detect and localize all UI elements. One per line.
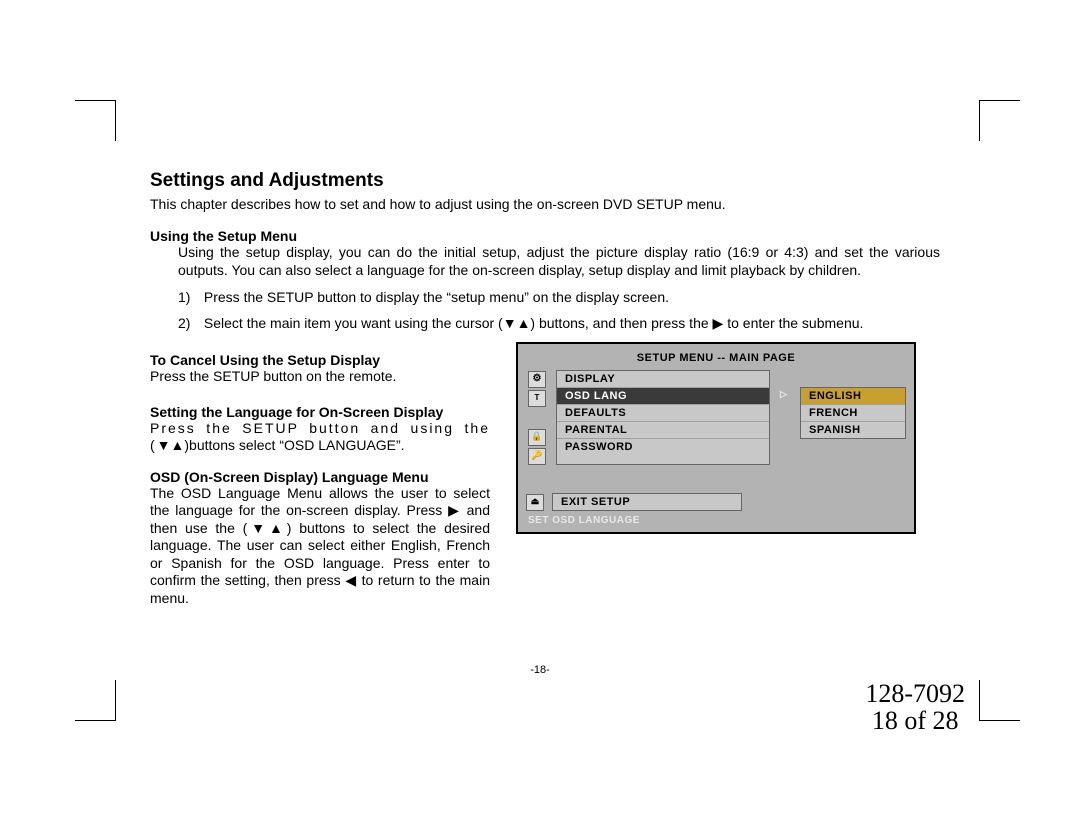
- section-cancel-title: To Cancel Using the Setup Display: [150, 352, 490, 368]
- section-lang-body: Press the SETUP button and using the (▼▲…: [150, 420, 490, 455]
- step-2-text-b: ) buttons, and then press the: [530, 315, 712, 331]
- section-using-setup-body: Using the setup display, you can do the …: [178, 244, 940, 279]
- osd-title: SETUP MENU -- MAIN PAGE: [526, 350, 906, 370]
- osd-item-osdlang: OSD LANG: [557, 388, 769, 405]
- section-lang-title: Setting the Language for On-Screen Displ…: [150, 404, 490, 420]
- osd-item-defaults: DEFAULTS: [557, 405, 769, 422]
- osd-sub-spanish: SPANISH: [801, 422, 905, 438]
- osd-main-menu: DISPLAY OSD LANG DEFAULTS PARENTAL PASSW…: [556, 370, 770, 465]
- right-icon: ▶: [713, 315, 724, 331]
- down-up-icon: ▼▲: [503, 315, 531, 331]
- section-using-setup-title: Using the Setup Menu: [150, 228, 940, 244]
- osd-item-password: PASSWORD: [557, 439, 769, 455]
- osd-item-display: DISPLAY: [557, 371, 769, 388]
- doc-number-line2: 18 of 28: [865, 707, 965, 734]
- page-number-mid: -18-: [0, 664, 1080, 676]
- step-1-num: 1): [178, 289, 200, 305]
- osd-submenu: ENGLISH FRENCH SPANISH: [800, 387, 906, 439]
- section-osdmenu-title: OSD (On-Screen Display) Language Menu: [150, 469, 490, 485]
- page-title: Settings and Adjustments: [150, 170, 940, 192]
- right-icon: ▶: [448, 502, 461, 518]
- step-2-num: 2): [178, 315, 200, 331]
- step-1-text: Press the SETUP button to display the “s…: [204, 289, 669, 305]
- step-1: 1) Press the SETUP button to display the…: [178, 289, 940, 305]
- osd-sub-english: ENGLISH: [801, 388, 905, 405]
- osd-icon-key: 🔑: [528, 448, 546, 465]
- osd-exit: EXIT SETUP: [552, 493, 742, 511]
- down-up-icon: ▼▲: [247, 520, 286, 536]
- step-2: 2) Select the main item you want using t…: [178, 315, 940, 332]
- osd-icon-exit: ⏏: [526, 494, 544, 511]
- doc-number: 128-7092 18 of 28: [865, 680, 965, 735]
- osd-item-parental: PARENTAL: [557, 422, 769, 439]
- osd-screenshot: SETUP MENU -- MAIN PAGE ⚙ T 🔒 🔑 DISPLAY …: [516, 342, 916, 534]
- step-2-text-c: to enter the submenu.: [723, 315, 863, 331]
- down-up-icon: ▼▲: [157, 437, 185, 453]
- section-cancel-body: Press the SETUP button on the remote.: [150, 368, 490, 386]
- step-2-text-a: Select the main item you want using the …: [204, 315, 503, 331]
- osd-icon-lock: 🔒: [528, 429, 546, 446]
- section-osdmenu-body: The OSD Language Menu allows the user to…: [150, 485, 490, 608]
- osd-status: SET OSD LANGUAGE: [526, 511, 906, 526]
- left-icon: ◀: [345, 572, 357, 588]
- intro-text: This chapter describes how to set and ho…: [150, 196, 940, 212]
- osd-icon-gear: ⚙: [528, 371, 546, 388]
- osd-arrow-icon: ▷: [778, 370, 792, 465]
- doc-number-line1: 128-7092: [865, 680, 965, 707]
- osd-icon-text: T: [528, 390, 546, 407]
- osd-sub-french: FRENCH: [801, 405, 905, 422]
